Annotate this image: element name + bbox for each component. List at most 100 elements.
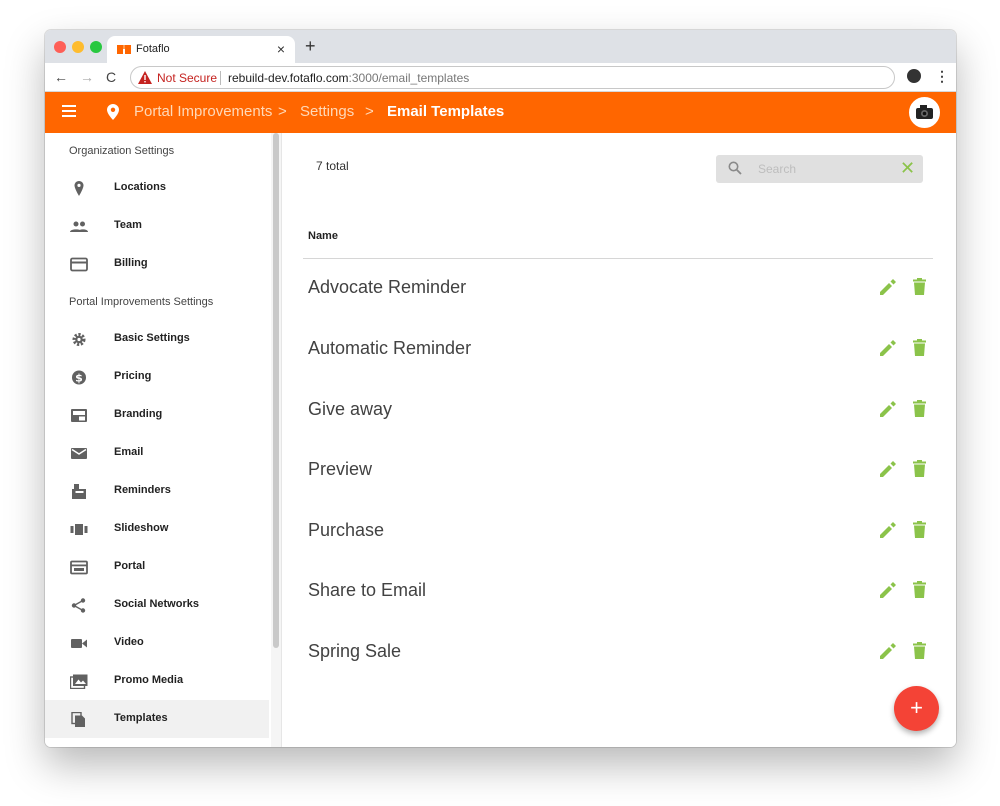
template-name: Purchase [308,520,385,540]
sidebar-item-label: Email [114,446,144,458]
back-icon[interactable]: ← [54,68,68,86]
reload-icon[interactable]: C [106,68,116,86]
sidebar-item-billing[interactable]: Billing [45,245,269,283]
edit-pencil-icon[interactable] [880,643,896,659]
table-row[interactable]: Purchase [303,503,933,563]
close-window-button[interactable] [54,41,66,53]
table-row[interactable]: Preview [303,442,933,502]
sidebar-item-label: Pricing [114,370,152,382]
browser-menu-icon[interactable]: ⋮ [935,68,949,85]
template-name: Preview [308,459,373,479]
browser-toolbar: ← → C Not Secure rebuild-dev.fotaflo.com… [45,63,956,92]
hamburger-menu-icon[interactable] [62,105,76,117]
sidebar-item-label: Slideshow [114,522,169,534]
sidebar-item-pricing[interactable]: $ Pricing [45,358,269,396]
breadcrumb-separator: > [365,103,374,120]
sidebar-item-label: Branding [114,408,163,420]
portal-settings-heading: Portal Improvements Settings [69,296,214,308]
new-tab-button[interactable]: + [305,36,316,56]
svg-text:$: $ [75,372,83,385]
delete-trash-icon[interactable] [913,460,926,477]
delete-trash-icon[interactable] [913,521,926,538]
not-secure-label[interactable]: Not Secure [157,71,217,85]
search-input[interactable] [758,161,888,177]
total-count: 7 total [316,159,349,173]
template-name: Automatic Reminder [308,338,472,358]
extension-icon[interactable] [907,69,921,83]
portal-icon [70,560,88,575]
delete-trash-icon[interactable] [913,339,926,356]
sidebar: Organization Settings Locations Team Bil… [45,133,282,747]
slideshow-icon [70,524,88,535]
sidebar-item-label: Promo Media [114,674,184,686]
forward-icon[interactable]: → [80,68,94,86]
table-row[interactable]: Give away [303,382,933,442]
edit-pencil-icon[interactable] [880,340,896,356]
breadcrumb-settings[interactable]: Settings [300,103,354,120]
sidebar-item-social-networks[interactable]: Social Networks [45,586,269,624]
sidebar-item-label: Billing [114,257,148,269]
sidebar-item-label: Portal [114,560,146,572]
app-bar: Portal Improvements > Settings > Email T… [45,92,956,133]
edit-pencil-icon[interactable] [880,461,896,477]
location-pin-icon [107,104,119,120]
address-bar[interactable]: Not Secure rebuild-dev.fotaflo.com:3000/… [130,66,895,89]
header-divider [303,258,933,259]
copy-icon [71,712,85,727]
camera-icon [916,105,933,119]
minimize-window-button[interactable] [72,41,84,53]
url-path: :3000/email_templates [348,71,470,85]
sidebar-item-locations[interactable]: Locations [45,169,269,207]
column-header-name[interactable]: Name [308,230,338,242]
delete-trash-icon[interactable] [913,278,926,295]
sidebar-item-team[interactable]: Team [45,207,269,245]
location-pin-icon [74,181,84,196]
table-row[interactable]: Share to Email [303,563,933,623]
clear-search-icon[interactable]: ✕ [900,158,915,178]
sidebar-item-label: Basic Settings [114,332,190,344]
envelope-icon [71,448,87,459]
table-row[interactable]: Spring Sale [303,624,933,684]
mailbox-icon [72,484,86,499]
sidebar-item-email[interactable]: Email [45,434,269,472]
delete-trash-icon[interactable] [913,581,926,598]
delete-trash-icon[interactable] [913,642,926,659]
breadcrumb-portal[interactable]: Portal Improvements [134,103,272,120]
table-row[interactable]: Automatic Reminder [303,321,933,381]
sidebar-item-promo-media[interactable]: Promo Media [45,662,269,700]
browser-window: Fotaflo × + ← → C Not Secure rebuild-dev… [45,30,956,747]
branding-icon [71,409,87,422]
sidebar-item-branding[interactable]: Branding [45,396,269,434]
browser-tab[interactable]: Fotaflo × [107,36,295,63]
sidebar-item-basic-settings[interactable]: Basic Settings [45,320,269,358]
url-text[interactable]: rebuild-dev.fotaflo.com:3000/email_templ… [228,71,469,85]
dollar-icon: $ [72,370,86,385]
sidebar-scrollbar-thumb[interactable] [273,133,279,648]
avatar[interactable] [909,97,940,128]
edit-pencil-icon[interactable] [880,401,896,417]
table-row[interactable]: Advocate Reminder [303,260,933,320]
sidebar-item-slideshow[interactable]: Slideshow [45,510,269,548]
tab-strip: Fotaflo × + [45,30,956,63]
sidebar-item-label: Video [114,636,144,648]
add-template-button[interactable]: + [894,686,939,731]
sidebar-item-portal[interactable]: Portal [45,548,269,586]
zoom-window-button[interactable] [90,41,102,53]
sidebar-item-label: Team [114,219,142,231]
search-box[interactable]: ✕ [716,155,923,183]
sidebar-item-templates[interactable]: Templates [45,700,269,738]
breadcrumb-email-templates: Email Templates [387,103,505,120]
tab-close-icon[interactable]: × [277,41,285,57]
edit-pencil-icon[interactable] [880,522,896,538]
delete-trash-icon[interactable] [913,400,926,417]
template-name: Advocate Reminder [308,277,467,297]
sidebar-item-reminders[interactable]: Reminders [45,472,269,510]
edit-pencil-icon[interactable] [880,279,896,295]
sidebar-item-label: Social Networks [114,598,199,610]
sidebar-item-video[interactable]: Video [45,624,269,662]
credit-card-icon [70,257,88,272]
sidebar-item-label: Templates [114,712,168,724]
tab-title: Fotaflo [136,43,170,55]
edit-pencil-icon[interactable] [880,582,896,598]
video-camera-icon [71,639,87,648]
